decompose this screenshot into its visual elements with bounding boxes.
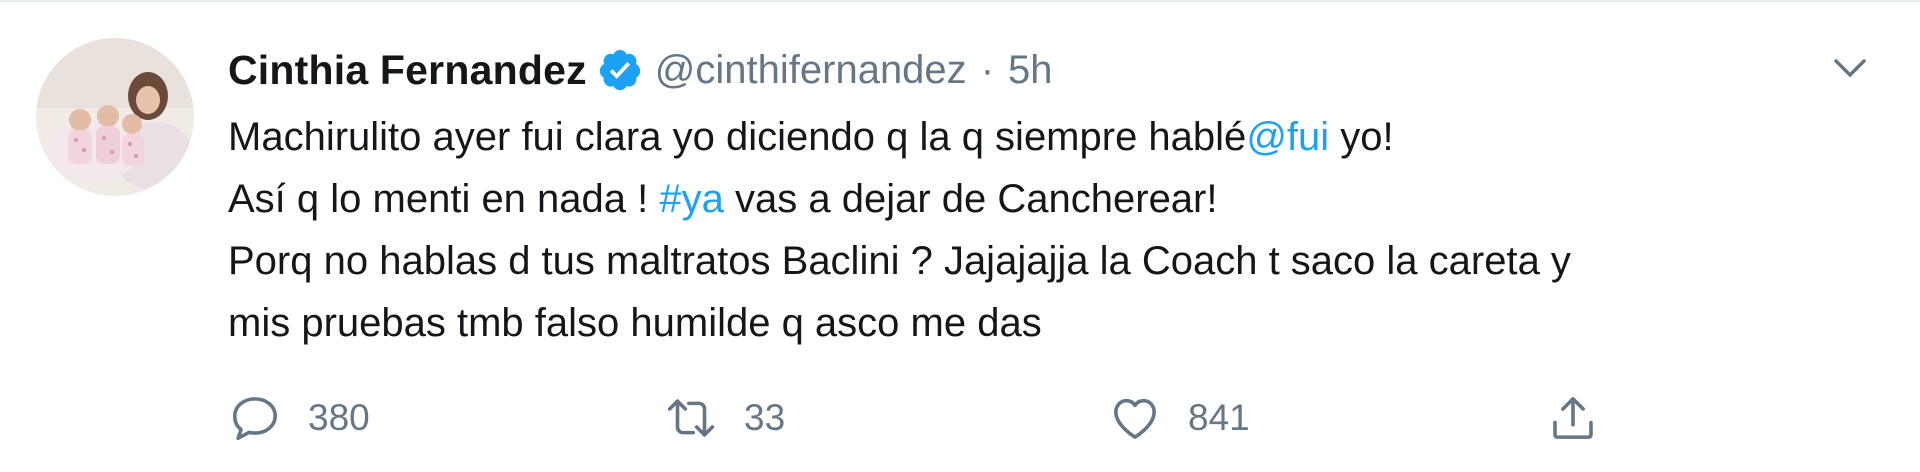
tweet-timestamp[interactable]: 5h — [1008, 48, 1053, 93]
tweet-card[interactable]: Cinthia Fernandez @cinthifernandez · 5h … — [0, 0, 1920, 472]
tweet-text-segment: vas a dejar de Cancherear! — [723, 177, 1218, 221]
like-count: 841 — [1188, 397, 1250, 438]
separator-dot: · — [980, 47, 995, 92]
tweet-line-4: mis pruebas tmb falso humilde q asco me … — [228, 301, 1042, 345]
like-button[interactable]: 841 — [1108, 386, 1250, 450]
tweet-text-segment: Así q lo menti en nada ! — [228, 177, 660, 221]
tweet-line-1: Machirulito ayer fui clara yo diciendo q… — [228, 106, 1848, 168]
retweet-button[interactable]: 33 — [664, 386, 785, 450]
tweet-header: Cinthia Fernandez @cinthifernandez · 5h — [228, 42, 1053, 98]
reply-button[interactable]: 380 — [228, 386, 370, 450]
retweet-count: 33 — [744, 397, 786, 438]
display-name[interactable]: Cinthia Fernandez — [228, 47, 587, 94]
share-button[interactable] — [1546, 386, 1600, 450]
avatar-photo — [36, 38, 194, 196]
tweet-actions: 380 33 841 — [228, 386, 1648, 450]
tweet-text-segment: yo! — [1329, 115, 1394, 159]
tweet-line-3: Porq no hablas d tus maltratos Baclini ?… — [228, 239, 1571, 283]
user-handle[interactable]: @cinthifernandez — [655, 48, 967, 93]
reply-icon — [232, 397, 278, 441]
chevron-down-icon[interactable] — [1828, 46, 1872, 90]
verified-badge-icon — [597, 47, 643, 93]
share-icon — [1553, 397, 1593, 439]
tweet-line-2: Así q lo menti en nada ! #ya vas a dejar… — [228, 168, 1848, 230]
hashtag-link[interactable]: #ya — [659, 177, 724, 221]
tweet-body: Machirulito ayer fui clara yo diciendo q… — [228, 106, 1848, 354]
reply-count: 380 — [308, 397, 370, 438]
retweet-icon — [667, 399, 715, 437]
tweet-text-segment: Machirulito ayer fui clara yo diciendo q… — [228, 115, 1247, 159]
avatar[interactable] — [36, 38, 194, 196]
heart-icon — [1114, 398, 1156, 439]
mention-link[interactable]: @fui — [1246, 115, 1329, 159]
